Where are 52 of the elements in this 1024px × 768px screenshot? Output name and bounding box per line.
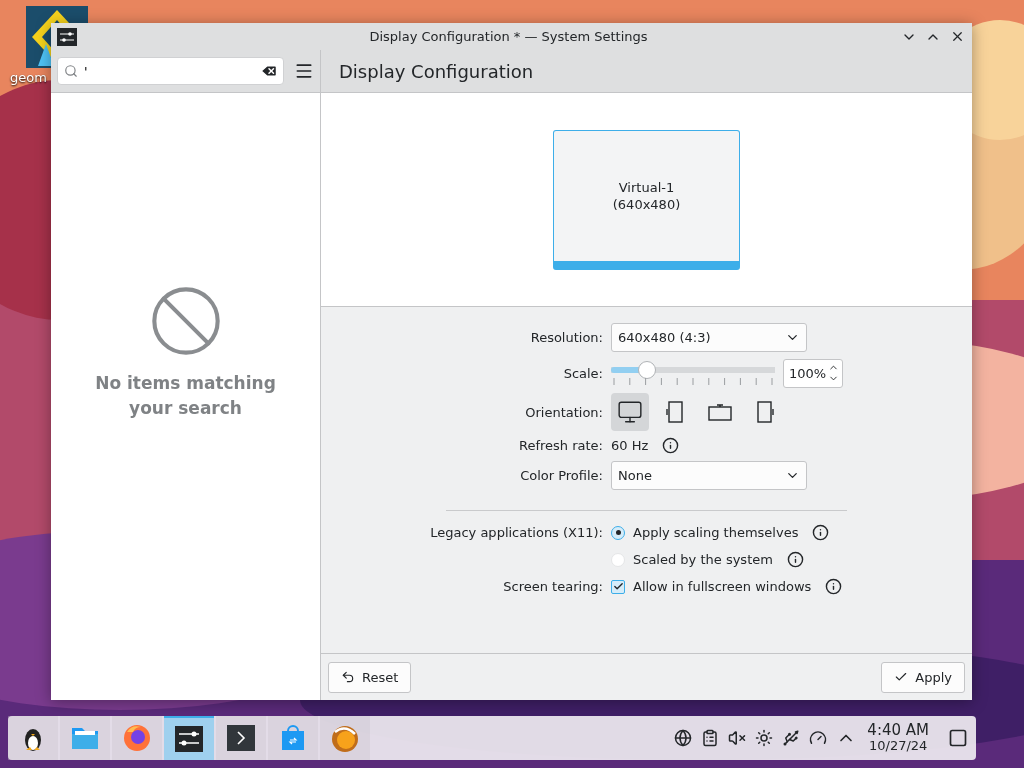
sliders-icon bbox=[173, 723, 205, 755]
menu-icon[interactable] bbox=[294, 61, 314, 81]
page-title: Display Configuration bbox=[339, 60, 534, 82]
field-label: Legacy applications (X11): bbox=[429, 525, 603, 540]
output-name: Virtual-1 bbox=[618, 180, 675, 195]
checkbox[interactable] bbox=[611, 579, 625, 594]
taskbar-app[interactable] bbox=[216, 716, 266, 760]
clipboard-icon[interactable] bbox=[701, 729, 720, 747]
color-profile-dropdown[interactable]: None bbox=[611, 460, 807, 490]
info-icon[interactable] bbox=[662, 436, 680, 454]
radio-button[interactable] bbox=[611, 525, 625, 540]
gauge-icon[interactable] bbox=[809, 729, 828, 747]
field-label: Screen tearing: bbox=[502, 579, 603, 594]
radio-label[interactable]: Scaled by the system bbox=[633, 552, 773, 567]
sliders-icon bbox=[57, 27, 77, 46]
field-label: Color Profile: bbox=[519, 467, 603, 483]
monitor-icon bbox=[617, 399, 643, 425]
scale-spinbox[interactable]: 100% bbox=[783, 358, 843, 388]
refresh-rate-value: 60 Hz bbox=[611, 437, 649, 453]
field-label: Scale: bbox=[562, 365, 603, 381]
apply-button[interactable]: Apply bbox=[881, 661, 965, 693]
undo-icon bbox=[341, 670, 355, 684]
show-desktop-icon[interactable] bbox=[948, 728, 968, 748]
slider-thumb[interactable] bbox=[638, 361, 657, 379]
info-icon[interactable] bbox=[786, 551, 804, 568]
output-tile[interactable]: Virtual-1 (640x480) bbox=[553, 130, 740, 270]
field-label: Orientation: bbox=[524, 404, 603, 420]
checkbox-label[interactable]: Allow in fullscreen windows bbox=[633, 579, 812, 594]
reset-button[interactable]: Reset bbox=[328, 661, 412, 693]
browser-icon bbox=[121, 722, 153, 754]
muted-speaker-icon[interactable] bbox=[728, 729, 747, 747]
clock[interactable]: 4:40 AM 10/27/24 bbox=[867, 722, 929, 754]
search-field[interactable]: ' bbox=[57, 57, 284, 85]
check-icon bbox=[894, 670, 909, 684]
empty-message: No items matching your search bbox=[94, 371, 277, 420]
usb-icon[interactable] bbox=[782, 729, 801, 747]
orientation-button[interactable] bbox=[611, 393, 649, 431]
brightness-icon[interactable] bbox=[755, 729, 774, 747]
terminal-icon bbox=[225, 722, 257, 754]
taskbar-app[interactable] bbox=[8, 716, 58, 760]
search-icon bbox=[64, 64, 78, 78]
icon-label: geom bbox=[10, 70, 47, 85]
window-title: Display Configuration * — System Settings bbox=[368, 29, 649, 44]
field-label: Resolution: bbox=[529, 329, 603, 345]
info-icon[interactable] bbox=[825, 578, 843, 595]
info-icon[interactable] bbox=[812, 524, 830, 541]
field-label: Refresh rate: bbox=[518, 437, 603, 453]
resolution-dropdown[interactable]: 640x480 (4:3) bbox=[611, 322, 807, 352]
radio-label[interactable]: Apply scaling themselves bbox=[633, 525, 799, 540]
network-icon[interactable] bbox=[674, 729, 693, 747]
taskbar-app[interactable] bbox=[164, 716, 214, 760]
output-mode: (640x480) bbox=[612, 197, 681, 212]
